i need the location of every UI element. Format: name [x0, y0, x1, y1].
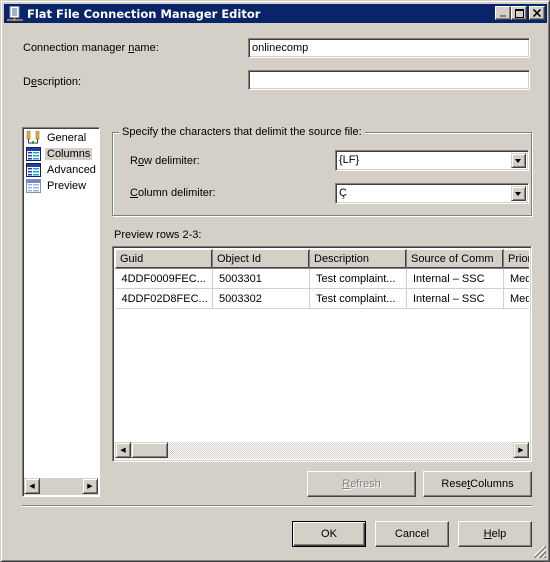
resize-grip-icon[interactable] [534, 546, 546, 558]
maximize-icon [514, 8, 524, 18]
table-cell: Test complaint... [309, 268, 407, 289]
close-button[interactable] [529, 6, 545, 20]
nav-horizontal-scrollbar[interactable]: ◀ ▶ [24, 478, 98, 495]
preview-icon [26, 179, 42, 193]
cancel-button[interactable]: Cancel [375, 521, 449, 547]
general-icon [26, 130, 42, 145]
connection-name-input[interactable]: onlinecomp [248, 38, 530, 58]
ok-button[interactable]: OK [292, 521, 366, 547]
row-delimiter-label: Row delimiter: [130, 155, 200, 167]
arrow-right-icon: ▶ [518, 447, 524, 454]
preview-grid[interactable]: Guid Object Id Description Source of Com… [112, 246, 532, 462]
grid-horizontal-scrollbar[interactable]: ◀ ▶ [115, 442, 529, 459]
table-cell: 5003302 [212, 288, 310, 309]
nav-item-preview[interactable]: Preview [26, 178, 88, 194]
columns-icon [26, 147, 42, 161]
delimiter-group-title: Specify the characters that delimit the … [119, 126, 365, 138]
row-delimiter-select[interactable]: {LF} [335, 150, 529, 171]
scroll-right-button[interactable]: ▶ [82, 478, 98, 494]
column-header[interactable]: Priori [503, 249, 529, 269]
dropdown-arrow-icon[interactable] [511, 186, 526, 201]
table-cell: 4DDF0009FEC... [115, 268, 213, 289]
table-cell: Internal – SSC [406, 268, 504, 289]
connection-manager-icon [7, 5, 23, 22]
description-label: Description: [23, 76, 82, 88]
column-header[interactable]: Description [309, 249, 407, 269]
arrow-left-icon: ◀ [29, 483, 35, 490]
table-cell: Medi [503, 268, 529, 289]
description-input[interactable] [248, 70, 530, 90]
column-delimiter-label: Column delimiter: [130, 187, 216, 199]
scroll-left-button[interactable]: ◀ [24, 478, 40, 494]
column-delimiter-select[interactable]: Ç [335, 183, 529, 204]
column-header[interactable]: Object Id [212, 249, 310, 269]
window-title: Flat File Connection Manager Editor [27, 6, 261, 21]
minimize-icon [500, 15, 506, 17]
nav-item-columns[interactable]: Columns [26, 146, 93, 162]
preview-table: Guid Object Id Description Source of Com… [115, 249, 529, 309]
scroll-left-button[interactable]: ◀ [115, 442, 131, 458]
arrow-left-icon: ◀ [120, 447, 126, 454]
table-cell: 4DDF02D8FEC... [115, 288, 213, 309]
advanced-icon [26, 163, 42, 177]
page-navigation-list[interactable]: General Columns Advanced Preview ◀ ▶ [22, 127, 100, 497]
minimize-button[interactable] [495, 6, 511, 20]
separator [22, 505, 532, 507]
help-button[interactable]: Help [458, 521, 532, 547]
preview-rows-label: Preview rows 2-3: [114, 229, 202, 241]
header-row: Guid Object Id Description Source of Com… [115, 249, 529, 269]
close-icon [533, 9, 541, 17]
dropdown-arrow-icon[interactable] [511, 153, 526, 168]
table-row[interactable]: 4DDF02D8FEC... 5003302 Test complaint...… [115, 288, 529, 309]
reset-columns-button[interactable]: Rese t Columns [423, 471, 532, 497]
table-cell: Test complaint... [309, 288, 407, 309]
maximize-button[interactable] [511, 6, 527, 20]
table-cell: Internal – SSC [406, 288, 504, 309]
column-header[interactable]: Source of Comm [406, 249, 504, 269]
table-cell: Medi [503, 288, 529, 309]
table-row[interactable]: 4DDF0009FEC... 5003301 Test complaint...… [115, 268, 529, 289]
table-cell: 5003301 [212, 268, 310, 289]
column-header[interactable]: Guid [115, 249, 213, 269]
scroll-thumb[interactable] [131, 442, 168, 458]
dialog-window: Flat File Connection Manager Editor Conn… [0, 0, 550, 562]
nav-item-general[interactable]: General [26, 130, 88, 146]
scroll-right-button[interactable]: ▶ [513, 442, 529, 458]
refresh-button[interactable]: Refresh [307, 471, 416, 497]
connection-name-label: Connection manager name: [23, 42, 159, 54]
title-bar[interactable]: Flat File Connection Manager Editor [4, 4, 547, 23]
delimiter-groupbox: Specify the characters that delimit the … [112, 126, 532, 216]
nav-item-advanced[interactable]: Advanced [26, 162, 98, 178]
arrow-right-icon: ▶ [87, 483, 93, 490]
